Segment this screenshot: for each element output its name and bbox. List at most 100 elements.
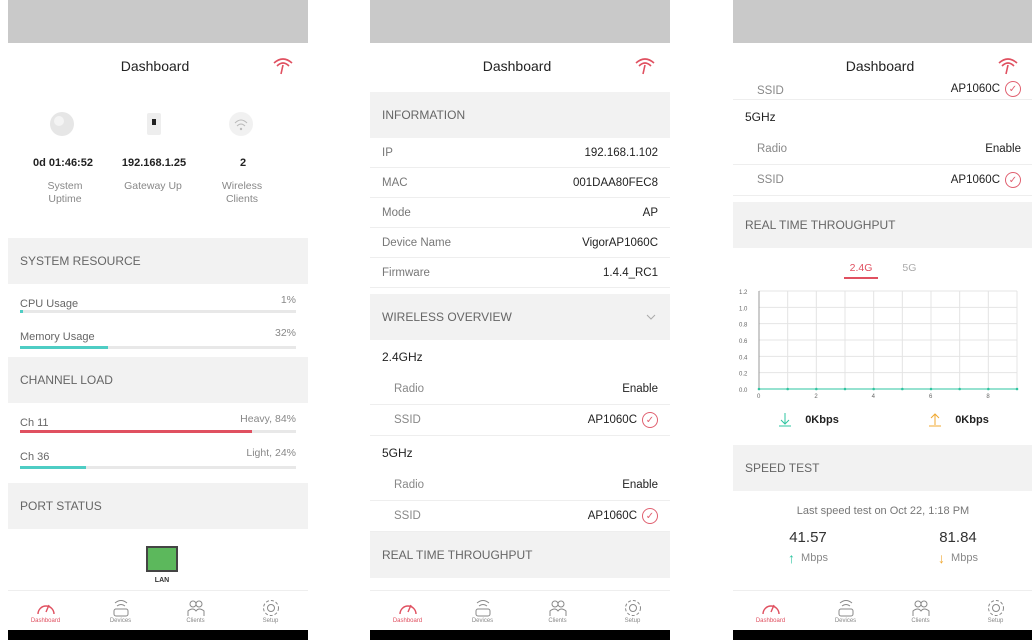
tab-setup[interactable]: Setup bbox=[246, 598, 296, 624]
wifi-alert-icon[interactable] bbox=[997, 57, 1019, 75]
x-tick-label: 2 bbox=[814, 394, 818, 400]
tab-24g[interactable]: 2.4G bbox=[843, 262, 879, 279]
bottom-tab-bar: Dashboard Devices Clients Setup bbox=[733, 590, 1032, 630]
tab-setup[interactable]: Setup bbox=[608, 598, 658, 624]
radio-24-row: Radio Enable bbox=[370, 374, 670, 405]
firmware-label: Firmware bbox=[382, 266, 430, 279]
wifi-alert-icon[interactable] bbox=[634, 57, 656, 75]
y-tick-label: 0.2 bbox=[739, 372, 748, 378]
speedometer-icon bbox=[761, 604, 780, 614]
cpu-usage-label: CPU Usage bbox=[20, 298, 79, 310]
gateway-icon bbox=[147, 113, 161, 135]
download-speed: 0Kbps bbox=[805, 414, 839, 426]
info-row-firmware: Firmware 1.4.4_RC1 bbox=[370, 258, 670, 288]
clients-icon bbox=[549, 600, 566, 616]
status-bar bbox=[370, 0, 670, 43]
globe-icon bbox=[50, 112, 74, 136]
x-tick-label: 8 bbox=[986, 394, 990, 400]
upload-arrow-icon bbox=[929, 413, 942, 427]
clients-value: 2 bbox=[239, 157, 247, 169]
data-point bbox=[987, 387, 990, 391]
throughput-header: REAL TIME THROUGHPUT bbox=[733, 202, 1032, 248]
status-bar bbox=[8, 0, 308, 43]
tab-clients[interactable]: Clients bbox=[533, 598, 583, 624]
x-tick-label: 6 bbox=[929, 394, 933, 400]
ssid-5-value: AP1060C bbox=[950, 174, 1000, 186]
radio-5-label: Radio bbox=[757, 143, 788, 155]
y-tick-label: 0.6 bbox=[739, 339, 748, 345]
tab-clients[interactable]: Clients bbox=[896, 598, 946, 624]
tab-devices-label: Devices bbox=[834, 617, 857, 624]
ssid-24-value: AP1060C bbox=[587, 414, 637, 426]
data-point bbox=[815, 387, 818, 391]
wireless-overview-header[interactable]: WIRELESS OVERVIEW bbox=[370, 294, 670, 340]
ch36-fill bbox=[20, 466, 87, 469]
info-row-mode: Mode AP bbox=[370, 198, 670, 228]
tab-clients[interactable]: Clients bbox=[171, 598, 221, 624]
y-tick-label: 1.0 bbox=[739, 306, 748, 312]
tab-dashboard-label: Dashboard bbox=[392, 617, 423, 624]
tab-devices[interactable]: Devices bbox=[458, 598, 508, 624]
router-icon bbox=[113, 599, 128, 616]
clients-icon bbox=[187, 600, 204, 616]
dashboard-content: 0d 01:46:52 192.168.1.25 2 System Uptime… bbox=[8, 88, 308, 590]
arrow-down-icon: ↓ bbox=[938, 550, 946, 566]
gateway-label: Gateway Up bbox=[124, 180, 182, 192]
tab-devices[interactable]: Devices bbox=[821, 598, 871, 624]
tab-dashboard[interactable]: Dashboard bbox=[746, 598, 796, 624]
tab-dashboard[interactable]: Dashboard bbox=[383, 598, 433, 624]
tab-setup[interactable]: Setup bbox=[971, 598, 1021, 624]
status-bar bbox=[733, 0, 1032, 43]
ssid-cut-value: AP1060C bbox=[950, 83, 1000, 95]
ch36-bar bbox=[20, 466, 296, 469]
tab-clients-label: Clients bbox=[186, 617, 205, 624]
lan-port-icon[interactable] bbox=[146, 546, 178, 572]
wifi-alert-icon[interactable] bbox=[272, 57, 294, 75]
tab-dashboard[interactable]: Dashboard bbox=[21, 598, 71, 624]
radio-5-row: Radio Enable bbox=[370, 470, 670, 501]
ch36-label: Ch 36 bbox=[20, 451, 50, 463]
x-tick-label: 0 bbox=[757, 394, 761, 400]
ssid-cut-label: SSID bbox=[757, 85, 784, 97]
router-icon bbox=[838, 599, 853, 616]
mode-label: Mode bbox=[382, 206, 411, 219]
app-header: Dashboard bbox=[370, 43, 670, 88]
data-point bbox=[958, 387, 961, 391]
cpu-usage-row: CPU Usage 1% bbox=[8, 284, 308, 317]
cpu-usage-fill bbox=[20, 310, 23, 313]
ssid-24-label: SSID bbox=[394, 414, 421, 426]
page-title: Dashboard bbox=[845, 57, 915, 74]
tab-devices[interactable]: Devices bbox=[96, 598, 146, 624]
band-24-heading: 2.4GHz bbox=[382, 350, 423, 364]
page-title: Dashboard bbox=[482, 57, 552, 74]
mode-value: AP bbox=[642, 206, 658, 219]
info-content: INFORMATION IP 192.168.1.102 MAC 001DAA80F… bbox=[370, 88, 670, 590]
uptime-label: System Uptime bbox=[47, 180, 83, 205]
uptime-value: 0d 01:46:52 bbox=[33, 157, 93, 169]
check-icon: ✓ bbox=[642, 412, 658, 428]
throughput-header: REAL TIME THROUGHPUT bbox=[370, 532, 670, 578]
band-tabs: 2.4G 5G bbox=[733, 262, 1032, 279]
information-header: INFORMATION bbox=[370, 92, 670, 138]
check-icon: ✓ bbox=[1005, 172, 1021, 188]
y-tick-label: 0.0 bbox=[739, 388, 748, 394]
radio-5-row: Radio Enable bbox=[733, 134, 1032, 165]
y-tick-label: 1.2 bbox=[739, 290, 748, 296]
data-point bbox=[872, 387, 875, 391]
overview-panel: 0d 01:46:52 192.168.1.25 2 System Uptime… bbox=[8, 88, 308, 238]
clients-label: Wireless Clients bbox=[221, 180, 263, 205]
data-point bbox=[901, 387, 904, 391]
radio-5-label: Radio bbox=[394, 479, 425, 491]
data-point bbox=[757, 387, 761, 391]
memory-usage-bar bbox=[20, 346, 296, 349]
ch11-label: Ch 11 bbox=[20, 417, 49, 429]
band-5-heading: 5GHz bbox=[382, 446, 413, 460]
phone-screen-1: Dashboard 0d 01:46:52 192.168.1.25 2 Sys… bbox=[8, 0, 308, 640]
bottom-tab-bar: Dashboard Devices Clients Setup bbox=[8, 590, 308, 630]
clients-icon bbox=[912, 600, 929, 616]
chevron-down-icon bbox=[646, 314, 656, 320]
memory-usage-label: Memory Usage bbox=[20, 331, 95, 343]
ch11-row: Ch 11 Heavy, 84% bbox=[8, 403, 308, 437]
tab-5g[interactable]: 5G bbox=[896, 262, 922, 279]
tab-clients-label: Clients bbox=[548, 617, 567, 624]
